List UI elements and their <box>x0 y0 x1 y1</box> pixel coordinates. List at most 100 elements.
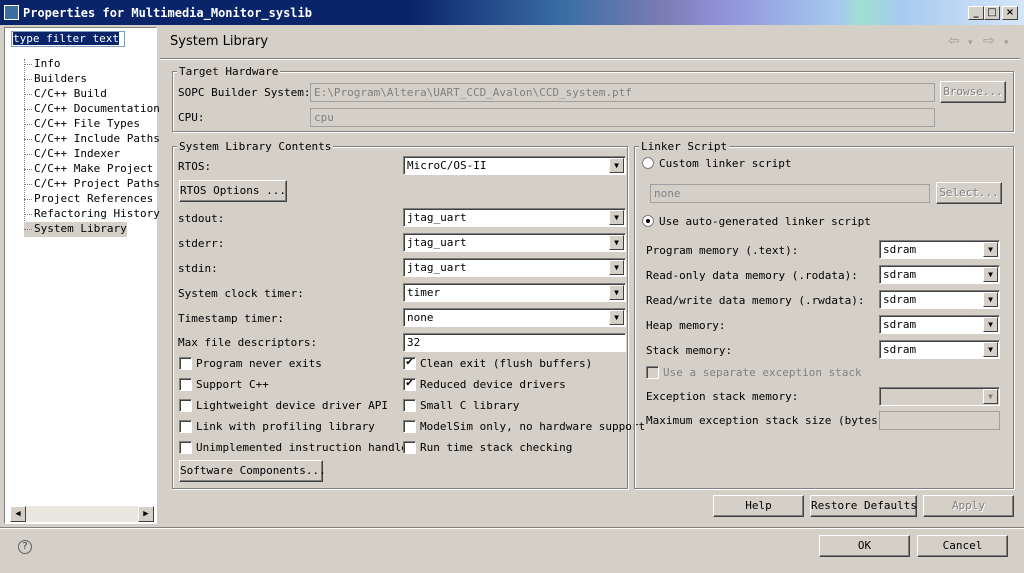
chevron-down-icon[interactable]: ▼ <box>983 242 998 257</box>
filter-input-text: type filter text <box>13 32 119 45</box>
reduced-device-drivers-label: Reduced device drivers <box>420 378 566 391</box>
rodata-memory-label: Read-only data memory (.rodata): <box>646 269 858 282</box>
exception-stack-size-input[interactable] <box>879 411 1000 430</box>
tree-item-label: C/C++ Project Paths <box>34 177 160 190</box>
modelsim-only-checkbox[interactable] <box>403 420 416 433</box>
forward-arrow-icon[interactable]: ⇨ <box>983 33 995 49</box>
clean-exit-checkbox[interactable]: ✔ <box>403 357 416 370</box>
heap-memory-label: Heap memory: <box>646 319 726 332</box>
separate-exception-stack-checkbox[interactable] <box>646 366 659 379</box>
header-separator <box>160 58 1020 60</box>
reduced-device-drivers-checkbox[interactable]: ✔ <box>403 378 416 391</box>
tree-item-cpp-file-types[interactable]: C/C++ File Types <box>24 117 140 132</box>
back-arrow-icon[interactable]: ⇦ <box>948 33 960 49</box>
profiling-library-checkbox[interactable] <box>179 420 192 433</box>
browse-button[interactable]: Browse... <box>940 81 1006 103</box>
apply-button[interactable]: Apply <box>923 495 1014 517</box>
lightweight-driver-api-checkbox[interactable] <box>179 399 192 412</box>
rtos-options-button[interactable]: RTOS Options ... <box>179 180 287 202</box>
window-title: Properties for Multimedia_Monitor_syslib <box>23 6 312 20</box>
rodata-memory-select[interactable]: sdram ▼ <box>879 265 1000 284</box>
check-icon: ✔ <box>405 378 414 389</box>
small-c-library-checkbox[interactable] <box>403 399 416 412</box>
select-linker-button[interactable]: Select... <box>936 182 1002 204</box>
contents-group-label: System Library Contents <box>177 140 334 153</box>
rtos-label: RTOS: <box>178 160 212 173</box>
program-never-exits-checkbox[interactable] <box>179 357 192 370</box>
tree-item-system-library[interactable]: System Library <box>24 222 127 237</box>
title-bar[interactable]: Properties for Multimedia_Monitor_syslib… <box>0 0 1024 25</box>
stack-memory-select[interactable]: sdram ▼ <box>879 340 1000 359</box>
stdout-select[interactable]: jtag_uart ▼ <box>403 208 626 227</box>
rodata-memory-value: sdram <box>883 268 917 281</box>
max-file-descriptors-label: Max file descriptors: <box>178 336 318 349</box>
tree-item-refactoring-history[interactable]: Refactoring History <box>24 207 160 222</box>
system-clock-timer-select[interactable]: timer ▼ <box>403 283 626 302</box>
system-clock-timer-label: System clock timer: <box>178 287 304 300</box>
chevron-down-icon[interactable]: ▼ <box>609 158 624 173</box>
stdout-value: jtag_uart <box>407 211 467 224</box>
max-file-descriptors-input[interactable]: 32 <box>403 333 626 352</box>
cpu-label: CPU: <box>178 111 205 124</box>
exception-stack-memory-select[interactable]: ▼ <box>879 387 1000 406</box>
maximize-button[interactable]: □ <box>984 6 1000 20</box>
chevron-down-icon[interactable]: ▼ <box>609 310 624 325</box>
chevron-down-icon[interactable]: ▼ <box>983 317 998 332</box>
chevron-down-icon[interactable]: ▼ <box>983 389 998 404</box>
stdin-select[interactable]: jtag_uart ▼ <box>403 258 626 277</box>
chevron-down-icon[interactable]: ▼ <box>983 292 998 307</box>
help-button[interactable]: Help <box>713 495 804 517</box>
back-menu-chevron-icon[interactable]: ▾ <box>968 38 973 48</box>
forward-menu-chevron-icon[interactable]: ▾ <box>1004 38 1009 48</box>
tree-item-cpp-build[interactable]: C/C++ Build <box>24 87 107 102</box>
help-icon[interactable]: ? <box>18 540 32 554</box>
tree-item-cpp-include-paths[interactable]: C/C++ Include Paths <box>24 132 160 147</box>
clean-exit-label: Clean exit (flush buffers) <box>420 357 593 370</box>
minimize-button[interactable]: _ <box>968 6 984 20</box>
tree-item-info[interactable]: Info <box>24 57 61 72</box>
tree-item-project-references[interactable]: Project References <box>24 192 153 207</box>
scroll-right-icon[interactable]: ▶ <box>138 506 154 522</box>
chevron-down-icon[interactable]: ▼ <box>609 260 624 275</box>
auto-linker-radio[interactable] <box>642 215 654 227</box>
tree-item-cpp-project-paths[interactable]: C/C++ Project Paths <box>24 177 160 192</box>
support-cpp-checkbox[interactable] <box>179 378 192 391</box>
sopc-builder-field[interactable]: E:\Program\Altera\UART_CCD_Avalon\CCD_sy… <box>310 83 935 102</box>
rwdata-memory-select[interactable]: sdram ▼ <box>879 290 1000 309</box>
rtos-value: MicroC/OS-II <box>407 159 487 172</box>
scroll-left-icon[interactable]: ◀ <box>10 506 26 522</box>
tree-item-label: C/C++ File Types <box>34 117 140 130</box>
chevron-down-icon[interactable]: ▼ <box>609 285 624 300</box>
program-memory-select[interactable]: sdram ▼ <box>879 240 1000 259</box>
cpu-field[interactable]: cpu <box>310 108 935 127</box>
tree-item-cpp-indexer[interactable]: C/C++ Indexer <box>24 147 120 162</box>
tree-item-cpp-make-project[interactable]: C/C++ Make Project <box>24 162 153 177</box>
unimplemented-instruction-checkbox[interactable] <box>179 441 192 454</box>
horizontal-scrollbar[interactable]: ◀ ▶ <box>10 506 154 522</box>
close-button[interactable]: × <box>1002 6 1018 20</box>
ok-button[interactable]: OK <box>819 535 910 557</box>
rtos-select[interactable]: MicroC/OS-II ▼ <box>403 156 626 175</box>
custom-linker-field[interactable]: none <box>650 184 930 203</box>
cancel-button[interactable]: Cancel <box>917 535 1008 557</box>
tree-item-cpp-documentation[interactable]: C/C++ Documentation <box>24 102 160 117</box>
stderr-value: jtag_uart <box>407 236 467 249</box>
chevron-down-icon[interactable]: ▼ <box>983 342 998 357</box>
chevron-down-icon[interactable]: ▼ <box>983 267 998 282</box>
stack-memory-value: sdram <box>883 343 917 356</box>
stdin-value: jtag_uart <box>407 261 467 274</box>
timestamp-timer-label: Timestamp timer: <box>178 312 284 325</box>
tree-item-label: Builders <box>34 72 87 85</box>
custom-linker-radio[interactable] <box>642 157 654 169</box>
heap-memory-select[interactable]: sdram ▼ <box>879 315 1000 334</box>
chevron-down-icon[interactable]: ▼ <box>609 210 624 225</box>
heap-memory-value: sdram <box>883 318 917 331</box>
restore-defaults-button[interactable]: Restore Defaults <box>810 495 917 517</box>
timestamp-timer-select[interactable]: none ▼ <box>403 308 626 327</box>
software-components-button[interactable]: Software Components... <box>179 460 326 482</box>
stderr-select[interactable]: jtag_uart ▼ <box>403 233 626 252</box>
tree-item-builders[interactable]: Builders <box>24 72 87 87</box>
filter-input[interactable]: type filter text <box>11 31 125 47</box>
stack-checking-checkbox[interactable] <box>403 441 416 454</box>
chevron-down-icon[interactable]: ▼ <box>609 235 624 250</box>
